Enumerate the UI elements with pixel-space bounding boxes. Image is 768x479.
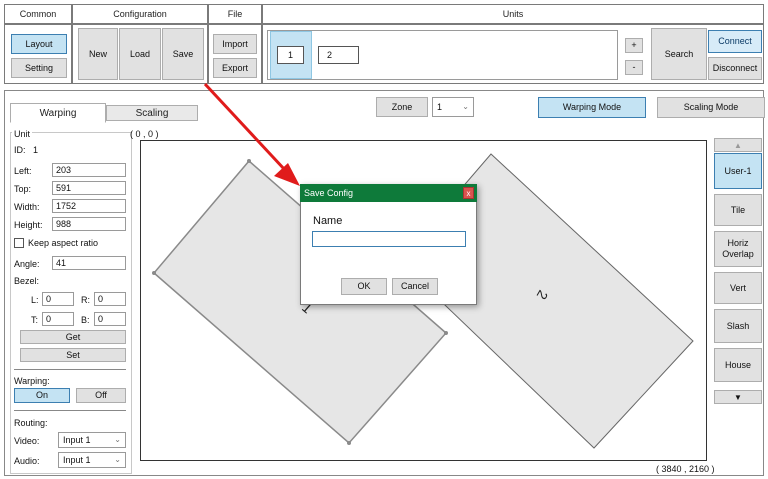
group-common-header: Common bbox=[4, 4, 72, 24]
top-label: Top: bbox=[14, 184, 32, 194]
dialog-title: Save Config bbox=[304, 188, 354, 198]
audio-label: Audio: bbox=[14, 456, 40, 466]
name-label: Name bbox=[313, 215, 343, 227]
corner-handle[interactable] bbox=[444, 331, 448, 335]
tab-warping[interactable]: Warping bbox=[10, 103, 106, 123]
group-configuration-header: Configuration bbox=[72, 4, 208, 24]
scroll-down-button[interactable]: ▼ bbox=[714, 390, 762, 404]
keep-aspect-label: Keep aspect ratio bbox=[28, 238, 99, 248]
group-common-label: Common bbox=[19, 9, 57, 19]
cancel-button[interactable]: Cancel bbox=[392, 278, 438, 295]
group-units-header: Units bbox=[262, 4, 764, 24]
preset-vert-button[interactable]: Vert bbox=[714, 272, 762, 304]
setting-button[interactable]: Setting bbox=[11, 58, 67, 78]
left-field[interactable]: 203 bbox=[52, 163, 126, 177]
preset-tile-button[interactable]: Tile bbox=[714, 194, 762, 226]
tab-warping-label: Warping bbox=[39, 107, 77, 119]
id-label: ID: bbox=[14, 145, 26, 155]
preset-user-1-button[interactable]: User-1 bbox=[714, 153, 762, 189]
tab-scaling[interactable]: Scaling bbox=[106, 105, 198, 121]
bezel-r-label: R: bbox=[81, 295, 90, 305]
name-input[interactable] bbox=[312, 231, 466, 247]
chevron-down-icon: ⌄ bbox=[114, 455, 121, 464]
group-configuration-label: Configuration bbox=[113, 9, 167, 19]
top-field[interactable]: 591 bbox=[52, 181, 126, 195]
bezel-label: Bezel: bbox=[14, 276, 40, 286]
divider bbox=[14, 369, 126, 370]
layout-button[interactable]: Layout bbox=[11, 34, 67, 54]
bezel-l-field[interactable]: 0 bbox=[42, 292, 74, 306]
dialog-close-button[interactable]: x bbox=[463, 187, 474, 199]
load-button[interactable]: Load bbox=[119, 28, 161, 80]
group-file-label: File bbox=[227, 9, 243, 19]
disconnect-button[interactable]: Disconnect bbox=[708, 57, 762, 80]
bezel-t-label: T: bbox=[31, 315, 39, 325]
chevron-down-icon: ⌄ bbox=[462, 102, 469, 111]
canvas-extent-label: ( 3840 , 2160 ) bbox=[656, 464, 715, 474]
bezel-b-field[interactable]: 0 bbox=[94, 312, 126, 326]
export-button[interactable]: Export bbox=[213, 58, 257, 78]
save-button[interactable]: Save bbox=[162, 28, 204, 80]
canvas-origin-label: ( 0 , 0 ) bbox=[130, 129, 159, 139]
bezel-t-field[interactable]: 0 bbox=[42, 312, 74, 326]
import-button[interactable]: Import bbox=[213, 34, 257, 54]
warping-mode-button[interactable]: Warping Mode bbox=[538, 97, 646, 118]
chevron-down-icon: ⌄ bbox=[114, 435, 121, 444]
width-field[interactable]: 1752 bbox=[52, 199, 126, 213]
corner-handle[interactable] bbox=[247, 159, 251, 163]
zone-button[interactable]: Zone bbox=[376, 97, 428, 117]
unit-2-button[interactable]: 2 bbox=[318, 46, 359, 64]
scroll-up-button[interactable]: ▲ bbox=[714, 138, 762, 152]
group-file-header: File bbox=[208, 4, 262, 24]
video-select-value: Input 1 bbox=[63, 435, 91, 445]
corner-handle[interactable] bbox=[152, 271, 156, 275]
preset-slash-button[interactable]: Slash bbox=[714, 309, 762, 343]
audio-select[interactable]: Input 1 ⌄ bbox=[58, 452, 126, 468]
keep-aspect-checkbox[interactable] bbox=[14, 238, 24, 248]
audio-select-value: Input 1 bbox=[63, 455, 91, 465]
id-value: 1 bbox=[33, 145, 39, 155]
tab-scaling-label: Scaling bbox=[135, 107, 169, 119]
get-button[interactable]: Get bbox=[20, 330, 126, 344]
set-button[interactable]: Set bbox=[20, 348, 126, 362]
unit-1-button[interactable]: 1 bbox=[277, 46, 304, 64]
ok-button[interactable]: OK bbox=[341, 278, 387, 295]
width-label: Width: bbox=[14, 202, 40, 212]
remove-unit-button[interactable]: - bbox=[625, 60, 643, 75]
warping-off-button[interactable]: Off bbox=[76, 388, 126, 403]
connect-button[interactable]: Connect bbox=[708, 30, 762, 53]
bezel-r-field[interactable]: 0 bbox=[94, 292, 126, 306]
bezel-l-label: L: bbox=[31, 295, 39, 305]
bezel-b-label: B: bbox=[81, 315, 90, 325]
corner-handle[interactable] bbox=[347, 441, 351, 445]
preset-horiz-overlap-button[interactable]: Horiz Overlap bbox=[714, 231, 762, 267]
search-button[interactable]: Search bbox=[651, 28, 707, 80]
angle-label: Angle: bbox=[14, 259, 40, 269]
unit-panel-title: Unit bbox=[12, 129, 33, 139]
routing-label: Routing: bbox=[14, 418, 48, 428]
angle-field[interactable]: 41 bbox=[52, 256, 126, 270]
group-units-label: Units bbox=[502, 9, 524, 19]
divider bbox=[14, 410, 126, 411]
zone-select-value: 1 bbox=[437, 102, 443, 112]
new-button[interactable]: New bbox=[78, 28, 118, 80]
scaling-mode-button[interactable]: Scaling Mode bbox=[657, 97, 765, 118]
left-label: Left: bbox=[14, 166, 32, 176]
warping-on-button[interactable]: On bbox=[14, 388, 70, 403]
height-label: Height: bbox=[14, 220, 43, 230]
height-field[interactable]: 988 bbox=[52, 217, 126, 231]
video-label: Video: bbox=[14, 436, 40, 446]
zone-select[interactable]: 1 ⌄ bbox=[432, 97, 474, 117]
video-select[interactable]: Input 1 ⌄ bbox=[58, 432, 126, 448]
add-unit-button[interactable]: + bbox=[625, 38, 643, 53]
warping-label: Warping: bbox=[14, 376, 50, 386]
preset-house-button[interactable]: House bbox=[714, 348, 762, 382]
